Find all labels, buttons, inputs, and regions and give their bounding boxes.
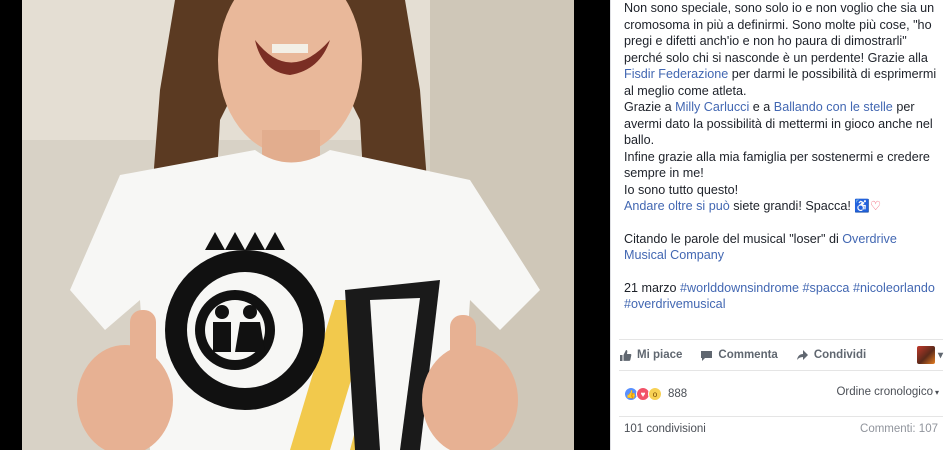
caption-paragraph-4: Io sono tutto questo! bbox=[624, 182, 739, 197]
pregnant-emoji-icon: ♿ bbox=[854, 199, 871, 213]
caption-text: siete grandi! Spacca! bbox=[729, 199, 855, 213]
caption-text: Citando le parole del musical "loser" di bbox=[624, 231, 843, 246]
post-stats-row: 101 condivisioni Commenti: 107 bbox=[619, 416, 943, 435]
comment-button[interactable]: Commenta bbox=[700, 349, 778, 362]
caption-paragraph-2: Grazie a Milly Carlucci e a Ballando con… bbox=[624, 99, 942, 149]
share-label: Condividi bbox=[813, 349, 867, 361]
comment-order-dropdown[interactable]: Ordine cronologico ▾ bbox=[836, 386, 939, 398]
wow-reaction-icon[interactable]: o bbox=[648, 387, 662, 401]
caption-paragraph-6: Citando le parole del musical "loser" di… bbox=[624, 231, 942, 264]
page-switcher[interactable]: ▾ bbox=[916, 346, 943, 364]
caption-text: e a bbox=[749, 100, 774, 114]
post-side-panel: Non sono speciale, sono solo io e non vo… bbox=[610, 0, 950, 450]
hashtag-spacca[interactable]: #spacca bbox=[803, 281, 850, 295]
chevron-down-icon: ▾ bbox=[937, 349, 943, 361]
reactions-row: 👍 ♥ o 888 Ordine cronologico ▾ bbox=[624, 385, 939, 403]
post-photo[interactable] bbox=[0, 0, 610, 450]
caption-text: Grazie a bbox=[624, 100, 676, 114]
order-label: Ordine cronologico bbox=[836, 386, 933, 398]
share-button[interactable]: Condividi bbox=[796, 349, 866, 362]
share-count[interactable]: 101 condivisioni bbox=[624, 423, 706, 435]
comment-count[interactable]: Commenti: 107 bbox=[860, 423, 938, 435]
hashtag-nicoleorlando[interactable]: #nicoleorlando bbox=[853, 281, 935, 295]
avatar bbox=[916, 346, 935, 364]
hashtag-worlddownsindrome[interactable]: #worlddownsindrome bbox=[680, 281, 799, 295]
caption-paragraph-1: Non sono speciale, sono solo io e non vo… bbox=[624, 0, 942, 99]
reaction-count[interactable]: 888 bbox=[668, 388, 687, 400]
caption-paragraph-5: Andare oltre si può siete grandi! Spacca… bbox=[624, 198, 942, 215]
heart-emoji-icon: ♡ bbox=[870, 199, 882, 213]
link-andare-oltre[interactable]: Andare oltre si può bbox=[624, 199, 730, 213]
link-milly-carlucci[interactable]: Milly Carlucci bbox=[675, 100, 749, 114]
caption-paragraph-3: Infine grazie alla mia famiglia per sost… bbox=[624, 149, 930, 181]
comment-icon bbox=[700, 349, 713, 362]
link-fisdir[interactable]: Fisdir Federazione bbox=[624, 67, 728, 81]
caption-text: Non sono speciale, sono solo io e non vo… bbox=[624, 1, 935, 65]
post-action-bar: Mi piace Commenta Condividi ▾ bbox=[619, 339, 943, 371]
like-button[interactable]: Mi piace bbox=[619, 349, 682, 362]
comment-label: Commenta bbox=[718, 349, 778, 361]
link-ballando[interactable]: Ballando con le stelle bbox=[774, 100, 893, 114]
caret-down-icon: ▾ bbox=[934, 388, 939, 397]
thumbs-up-icon bbox=[619, 349, 632, 362]
post-caption: Non sono speciale, sono solo io e non vo… bbox=[624, 0, 942, 313]
like-label: Mi piace bbox=[637, 349, 683, 361]
caption-date: 21 marzo bbox=[624, 280, 680, 295]
hashtag-overdrivemusical[interactable]: #overdrivemusical bbox=[624, 297, 726, 311]
caption-paragraph-7: 21 marzo #worlddownsindrome #spacca #nic… bbox=[624, 280, 942, 313]
share-arrow-icon bbox=[796, 349, 809, 362]
photo-illustration bbox=[22, 0, 574, 450]
